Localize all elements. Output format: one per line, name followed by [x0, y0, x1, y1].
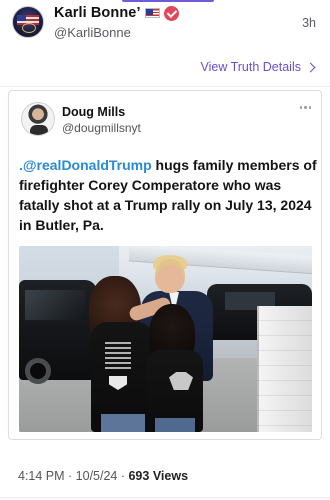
- author-handle[interactable]: @KarliBonne: [54, 25, 131, 40]
- post-timestamp: 4:14 PM · 10/5/24 ·: [18, 469, 129, 483]
- post-time-ago: 3h: [302, 16, 316, 30]
- embed-post-text: .@realDonaldTrump hugs family members of…: [19, 155, 319, 235]
- more-options-icon[interactable]: [299, 106, 311, 109]
- post-header: Karli Bonne’ @KarliBonne 3h: [0, 0, 330, 52]
- chevron-right-icon: [305, 62, 316, 72]
- author-name[interactable]: Karli Bonne’: [54, 5, 141, 21]
- author-name-row: Karli Bonne’: [54, 5, 179, 21]
- embedded-post-card[interactable]: Doug Mills @dougmillsnyt .@realDonaldTru…: [8, 90, 322, 440]
- post-photo[interactable]: [19, 246, 312, 432]
- us-flag-icon: [144, 8, 160, 18]
- view-truth-details-label: View Truth Details: [200, 60, 301, 74]
- verified-badge-icon: [163, 5, 179, 21]
- post-meta: 4:14 PM · 10/5/24 · 693 Views: [18, 469, 188, 483]
- bottom-divider: [0, 497, 330, 498]
- embed-author-name[interactable]: Doug Mills: [62, 105, 125, 119]
- embed-author-handle[interactable]: @dougmillsnyt: [62, 121, 141, 135]
- views-count: 693: [128, 469, 150, 483]
- divider: [0, 86, 330, 87]
- view-truth-details-link[interactable]: View Truth Details: [200, 60, 316, 74]
- embed-author-avatar[interactable]: [21, 102, 55, 136]
- views-label: Views: [149, 469, 189, 483]
- author-avatar[interactable]: [12, 6, 44, 38]
- mention-link[interactable]: .@realDonaldTrump: [19, 157, 152, 173]
